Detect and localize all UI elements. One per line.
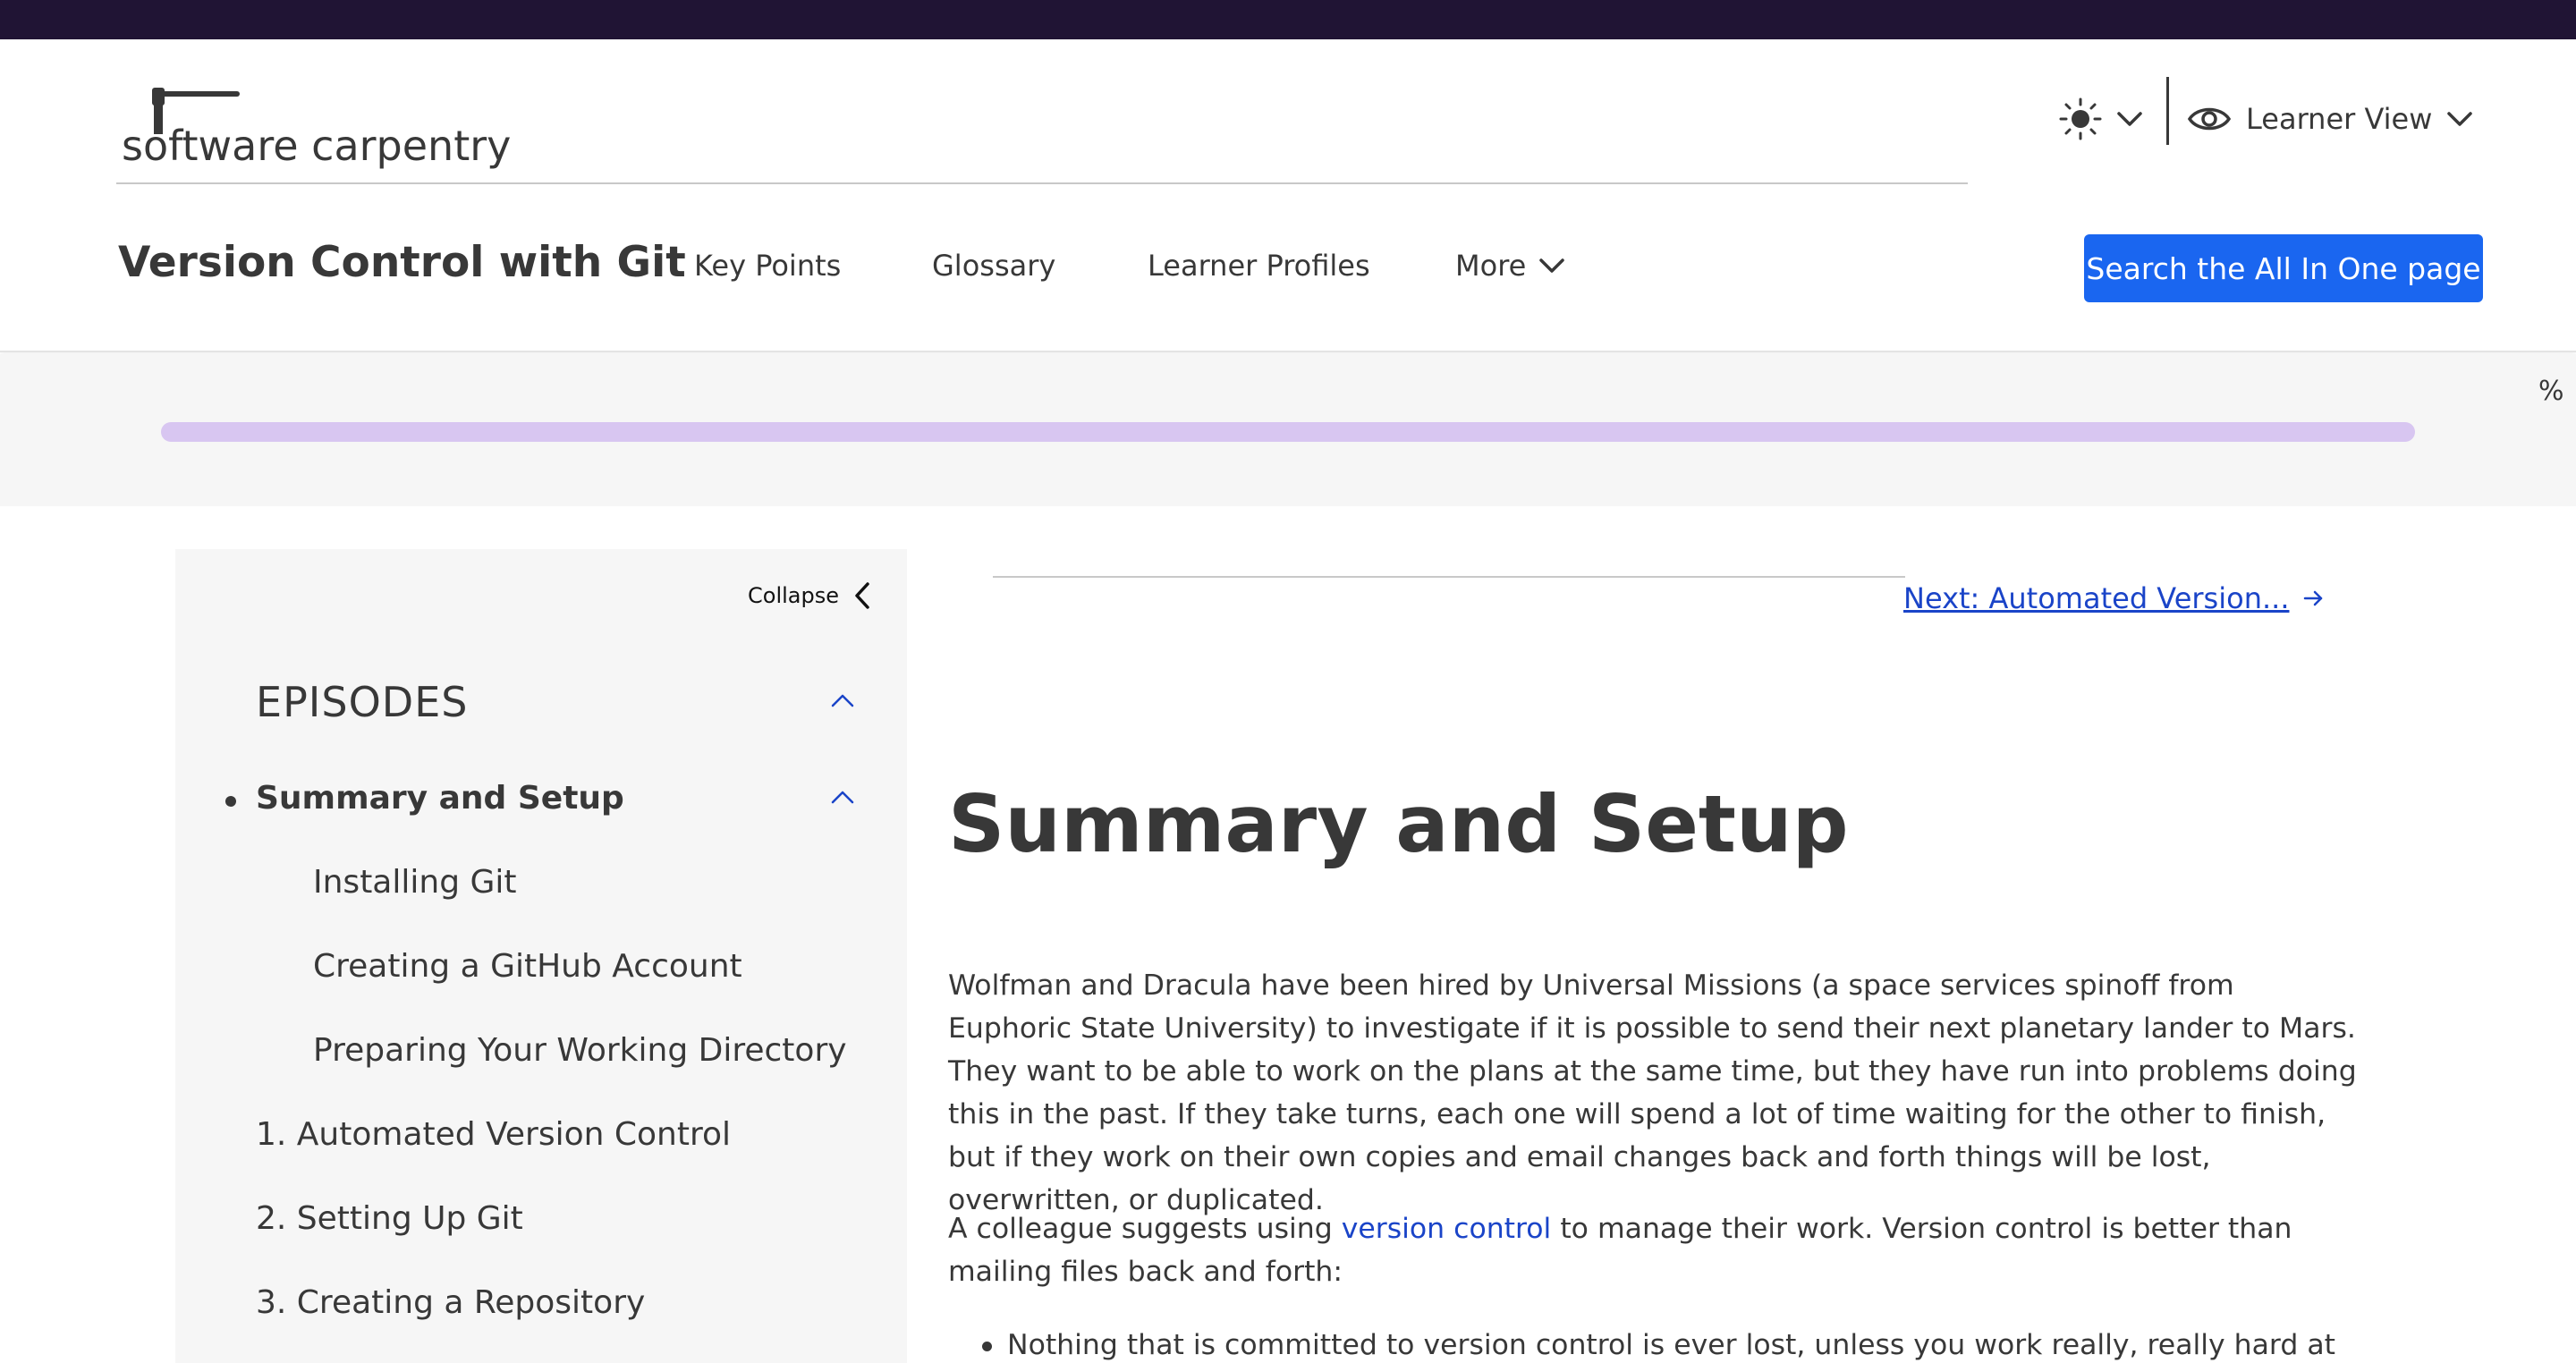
chevron-down-icon xyxy=(2447,112,2473,126)
sidebar-item-automated-version-control[interactable]: 1. Automated Version Control xyxy=(256,1116,731,1153)
paragraph-text: A colleague suggests using xyxy=(948,1213,1342,1245)
list-item: Nothing that is committed to version con… xyxy=(1007,1329,2335,1361)
learner-view-label: Learner View xyxy=(2246,102,2433,136)
header-vertical-divider xyxy=(2166,77,2169,145)
site-title[interactable]: Version Control with Git xyxy=(118,238,686,287)
chevron-down-icon xyxy=(2117,112,2142,126)
header-divider xyxy=(116,182,1968,184)
chevron-left-icon xyxy=(855,582,869,609)
nav-more-label: More xyxy=(1455,249,1527,283)
nav-learner-profiles[interactable]: Learner Profiles xyxy=(1148,249,1370,283)
sidebar-item-creating-a-repository[interactable]: 3. Creating a Repository xyxy=(256,1284,645,1321)
next-episode-link[interactable]: Next: Automated Version... xyxy=(1903,581,2325,615)
chevron-up-icon[interactable] xyxy=(830,692,855,708)
sidebar-item-summary-and-setup[interactable]: Summary and Setup xyxy=(256,780,624,817)
main-content: Next: Automated Version... Summary and S… xyxy=(948,549,2379,1363)
nav-more-dropdown[interactable]: More xyxy=(1455,249,1565,283)
arrow-right-icon xyxy=(2304,590,2323,606)
content-divider xyxy=(993,576,1905,578)
sun-icon xyxy=(2059,97,2102,140)
current-episode-bullet xyxy=(225,796,236,807)
progress-percent-label: % xyxy=(2538,376,2564,407)
intro-paragraph: Wolfman and Dracula have been hired by U… xyxy=(948,969,2357,1216)
theme-toggle[interactable] xyxy=(2057,88,2156,150)
collapse-sidebar-button[interactable]: Collapse xyxy=(748,581,871,610)
chevron-down-icon xyxy=(1539,258,1565,273)
sidebar-item-preparing-working-directory[interactable]: Preparing Your Working Directory xyxy=(313,1032,847,1069)
episodes-heading[interactable]: EPISODES xyxy=(256,678,468,726)
software-carpentry-logo[interactable]: software carpentry xyxy=(122,66,542,174)
sidebar-item-setting-up-git[interactable]: 2. Setting Up Git xyxy=(256,1200,523,1237)
learner-view-toggle[interactable]: Learner View xyxy=(2187,88,2473,150)
nav-key-points[interactable]: Key Points xyxy=(694,249,841,283)
list-bullet xyxy=(982,1342,992,1351)
lesson-progress-bar xyxy=(161,422,2415,442)
sidebar-item-installing-git[interactable]: Installing Git xyxy=(313,864,517,901)
next-episode-label: Next: Automated Version... xyxy=(1903,581,2290,615)
chevron-up-icon[interactable] xyxy=(830,789,855,805)
sidebar: Collapse EPISODES Summary and Setup Inst… xyxy=(175,549,907,1363)
top-bar xyxy=(0,0,2576,39)
nav-glossary[interactable]: Glossary xyxy=(932,249,1055,283)
page-title: Summary and Setup xyxy=(948,778,1849,870)
logo-text: software carpentry xyxy=(122,122,512,170)
version-control-link[interactable]: version control xyxy=(1342,1213,1552,1245)
sidebar-item-creating-github-account[interactable]: Creating a GitHub Account xyxy=(313,948,742,985)
site-header: software carpentry Learner View Version … xyxy=(0,39,2576,352)
collapse-label: Collapse xyxy=(748,583,839,608)
version-control-paragraph: A colleague suggests using version contr… xyxy=(948,1207,2361,1293)
search-all-in-one-button[interactable]: Search the All In One page xyxy=(2084,234,2483,302)
eye-icon xyxy=(2187,107,2232,131)
